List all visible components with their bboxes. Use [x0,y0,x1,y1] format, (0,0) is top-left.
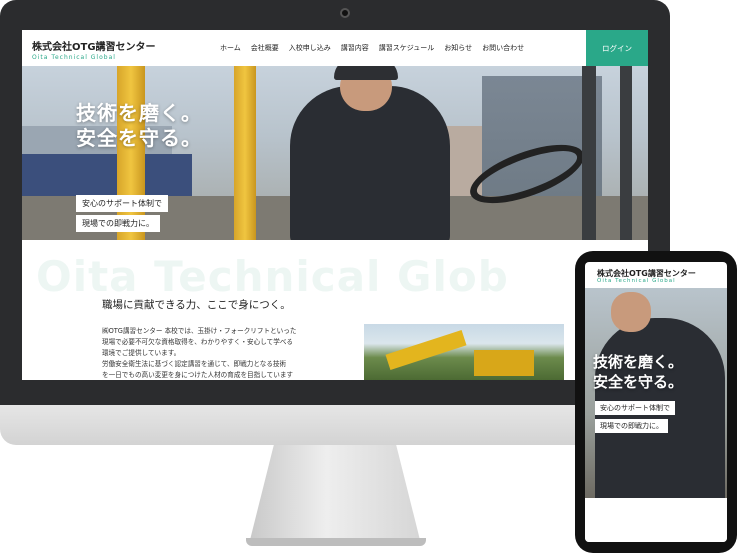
mobile-worker-head [611,292,651,332]
nav-item-courses[interactable]: 講習内容 [341,43,369,53]
section-body: ㈱OTG講習センター 本校では、玉掛け・フォークリフトといった 現場で必要不可欠… [102,326,360,380]
excavator-body [474,350,534,376]
mobile-hero-banner [585,288,727,498]
brand-subtitle: Oita Technical Global [32,54,116,61]
desktop-screen: 株式会社OTG講習センター Oita Technical Global ホーム … [22,30,648,380]
monitor-chin [0,405,670,445]
hero-tagline: 現場での即戦力に。 [76,215,160,232]
hero-title-line: 安全を守る。 [76,126,202,150]
mobile-hero-tagline: 現場での即戦力に。 [595,419,668,433]
hero-tagline: 安心のサポート体制で [76,195,168,212]
nav-item-news[interactable]: お知らせ [444,43,472,53]
monitor-stand [250,445,420,540]
nav-item-contact[interactable]: お問い合わせ [482,43,524,53]
monitor-stand-base [246,538,426,546]
nav-item-home[interactable]: ホーム [220,43,241,53]
mobile-brand-subtitle: Oita Technical Global [597,278,676,284]
mobile-hero-title-line: 技術を磨く。 [593,353,684,371]
mobile-hero-title: 技術を磨く。 安全を守る。 [593,352,683,392]
section-heading: 職場に貢献できる力、ここで身につく。 [102,299,291,311]
body-line: ㈱OTG講習センター 本校では、玉掛け・フォークリフトといった [102,327,297,335]
mobile-hero-title-line: 安全を守る。 [593,373,684,391]
nav-item-schedule[interactable]: 講習スケジュール [379,43,435,53]
mobile-screen: 株式会社OTG講習センター Oita Technical Global 技術を磨… [585,262,727,542]
mobile-hero-tagline: 安心のサポート体制で [595,401,675,415]
section-background-text: Oita Technical Glob [36,252,509,301]
body-line: を一日でもの高い変更を身につけた人材の育成を目指しています [102,371,294,379]
body-line: 現場で必要不可欠な資格取得を、わかりやすく・安心して学べる [102,338,294,346]
site-header: 株式会社OTG講習センター Oita Technical Global ホーム … [22,30,648,66]
forklift-pillar [117,66,145,240]
main-nav: ホーム 会社概要 入校申し込み 講習内容 講習スケジュール お知らせ お問い合わ… [220,43,524,53]
forklift-mast [582,66,596,240]
brand-name: 株式会社OTG講習センター [32,42,156,53]
site-logo[interactable]: 株式会社OTG講習センター Oita Technical Global [32,38,156,61]
mobile-content-area [585,498,727,542]
worker-helmet [334,66,398,80]
login-button[interactable]: ログイン [586,30,648,66]
body-line: 環境でご提供しています。 [102,349,181,357]
nav-item-company[interactable]: 会社概要 [251,43,279,53]
excavator-photo [364,324,564,380]
forklift-mast [620,66,632,240]
hero-banner: 技術を磨く。 安全を守る。 安心のサポート体制で 現場での即戦力に。 [22,66,648,240]
hero-title-line: 技術を磨く。 [76,101,202,125]
excavator-arm [385,330,467,370]
body-line: 労働安全衛生法に基づく認定講習を通じて、即戦力となる技術 [102,360,287,368]
nav-item-apply[interactable]: 入校申し込み [289,43,331,53]
hero-title: 技術を磨く。 安全を守る。 [76,101,202,151]
camera-icon [340,8,350,18]
forklift-pillar [234,66,256,240]
